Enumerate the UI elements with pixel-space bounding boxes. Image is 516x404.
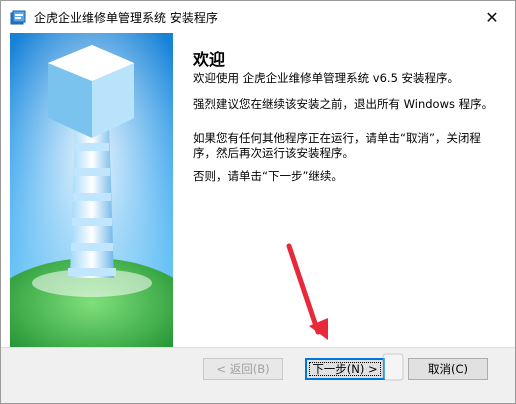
title-bar: 企虎企业维修单管理系统 安装程序 ✕: [1, 1, 515, 33]
wizard-banner-image: [10, 33, 173, 347]
close-icon: ✕: [485, 7, 499, 27]
welcome-text: 欢迎使用 企虎企业维修单管理系统 v6.5 安装程序。: [193, 71, 460, 85]
watermark: [381, 344, 511, 400]
close-button[interactable]: ✕: [469, 1, 515, 33]
installer-window: 企虎企业维修单管理系统 安装程序 ✕ 欢迎 欢迎使用 企虎企业维修单管理系统 v…: [0, 0, 516, 404]
welcome-panel: 欢迎 欢迎使用 企虎企业维修单管理系统 v6.5 安装程序。 强烈建议您在继续该…: [173, 33, 515, 347]
window-title: 企虎企业维修单管理系统 安装程序: [34, 11, 218, 25]
next-instruction: 否则，请单击“下一步”继续。: [193, 169, 343, 183]
installer-icon: [10, 10, 26, 26]
page-title: 欢迎: [193, 50, 226, 69]
next-button[interactable]: 下一步(N) >: [305, 358, 385, 380]
back-button[interactable]: < 返回(B): [203, 358, 283, 380]
cancel-instruction: 如果您有任何其他程序正在运行，请单击“取消”，关闭程序，然后再次运行该安装程序。: [193, 131, 481, 160]
focus-ring: [309, 362, 381, 376]
close-programs-advice: 强烈建议您在继续该安装之前，退出所有 Windows 程序。: [193, 97, 494, 111]
back-button-label: < 返回(B): [216, 362, 270, 376]
